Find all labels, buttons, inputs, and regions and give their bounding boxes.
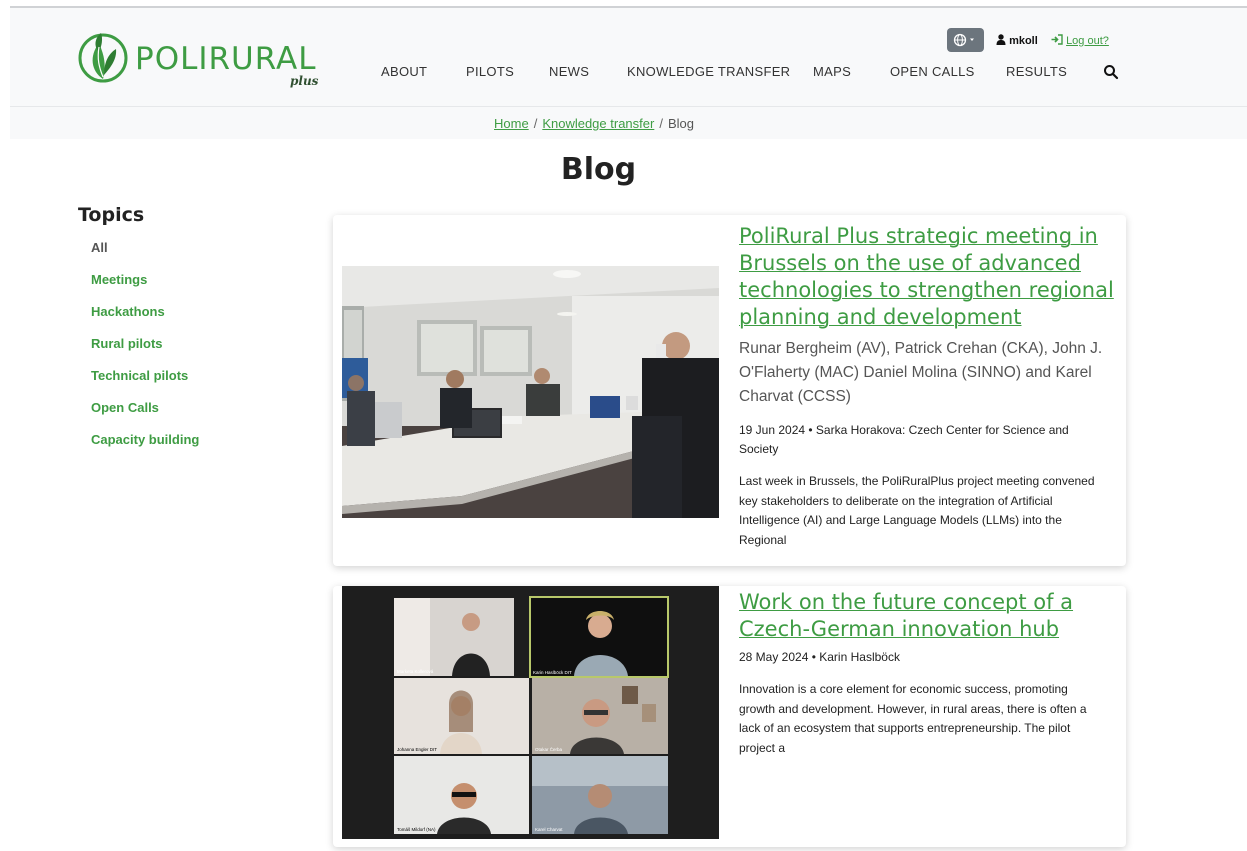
post-excerpt-line: key stakeholders to deliberate on the in… — [739, 493, 1053, 508]
post-meta-line: 19 Jun 2024 • Sarka Horakova: Czech Cent… — [739, 423, 1069, 437]
breadcrumb-bar: Home / Knowledge transfer / Blog — [10, 106, 1247, 139]
post-excerpt-line: Last week in Brussels, the PoliRuralPlus… — [739, 474, 1095, 488]
site-header: POLIRURAL plus ABOUT PILOTS NEWS KNOWLED… — [10, 8, 1247, 106]
post-excerpt: Innovation is a core element for economi… — [739, 680, 1114, 758]
video-tile: Tomáš Mildorf (NA) — [394, 756, 529, 834]
post-thumbnail[interactable] — [342, 266, 719, 518]
blog-post-card: Marketa Kollerová Karin Haslböck DIT Joh… — [333, 586, 1126, 847]
breadcrumb-current: Blog — [667, 116, 694, 131]
post-title-line: PoliRural Plus strategic meeting in — [739, 224, 1098, 248]
participant-name: Otakar Čerba — [535, 746, 563, 752]
polirural-logo[interactable]: POLIRURAL plus — [77, 29, 327, 89]
post-title-link[interactable]: PoliRural Plus strategic meeting in Brus… — [739, 223, 1114, 331]
nav-knowledge-transfer[interactable]: KNOWLEDGE TRANSFER — [627, 64, 790, 79]
post-title-line: technologies to strengthen regional — [739, 278, 1114, 302]
video-tile: Karel Charvat — [532, 756, 668, 834]
video-tile: Johanna Engler DIT — [394, 678, 529, 754]
video-tile: Otakar Čerba — [532, 678, 668, 754]
blog-post-card: PoliRural Plus strategic meeting in Brus… — [333, 215, 1126, 566]
brand-suffix: plus — [290, 74, 319, 88]
video-tile-active-speaker: Karin Haslböck DIT — [529, 596, 669, 678]
video-tile: Marketa Kollerová — [394, 598, 514, 676]
breadcrumb: Home / Knowledge transfer / Blog — [494, 116, 694, 131]
page-title: Blog — [560, 152, 637, 187]
post-meta: 19 Jun 2024 • Sarka Horakova: Czech Cent… — [739, 421, 1114, 459]
post-meta-line: Society — [739, 442, 779, 456]
participant-name: Karin Haslböck DIT — [533, 670, 572, 675]
post-excerpt-line: Intelligence (AI) and Large Language Mod… — [739, 513, 1062, 527]
post-title-line: Work on the future concept of a — [739, 590, 1074, 614]
video-call-screenshot: Marketa Kollerová Karin Haslböck DIT Joh… — [342, 586, 719, 839]
topic-hackathons[interactable]: Hackathons — [91, 304, 165, 319]
breadcrumb-separator: / — [659, 116, 663, 131]
post-authors-line: Runar Bergheim (AV), Patrick Crehan (CKA… — [739, 340, 1103, 357]
post-excerpt-line: Innovation is a core element for economi… — [739, 682, 1068, 696]
language-selector[interactable] — [947, 28, 984, 52]
nav-maps[interactable]: MAPS — [813, 64, 851, 79]
brand-name: POLIRURAL — [135, 41, 317, 77]
breadcrumb-separator: / — [533, 116, 538, 131]
post-authors-line: O'Flaherty (MAC) Daniel Molina (SINNO) a… — [739, 364, 1092, 381]
search-icon[interactable] — [1103, 64, 1119, 80]
post-title-line: Czech-German innovation hub — [739, 617, 1060, 641]
participant-name: Marketa Kollerová — [397, 669, 434, 674]
participant-name: Karel Charvat — [535, 827, 563, 832]
post-title-link[interactable]: Work on the future concept of a Czech-Ge… — [739, 589, 1114, 643]
topic-meetings[interactable]: Meetings — [91, 272, 147, 287]
post-title-line: Brussels on the use of advanced — [739, 251, 1081, 275]
nav-about[interactable]: ABOUT — [381, 64, 427, 79]
topics-heading: Topics — [78, 204, 145, 226]
nav-results[interactable]: RESULTS — [1006, 64, 1067, 79]
post-excerpt-line: lack of an ecosystem that supports entre… — [739, 721, 1071, 735]
leaf-logo-icon — [78, 33, 128, 83]
nav-pilots[interactable]: PILOTS — [466, 64, 514, 79]
username: mkoll — [1009, 35, 1038, 47]
topic-technical-pilots[interactable]: Technical pilots — [91, 368, 188, 383]
logout-link[interactable]: Log out? — [1051, 34, 1109, 47]
topic-rural-pilots[interactable]: Rural pilots — [91, 336, 163, 351]
post-excerpt-line: project a — [739, 740, 786, 755]
nav-open-calls[interactable]: OPEN CALLS — [890, 64, 975, 79]
post-meta: 28 May 2024 • Karin Haslböck — [739, 650, 900, 664]
post-authors-line: Charvat (CCSS) — [739, 388, 851, 405]
breadcrumb-home[interactable]: Home — [494, 116, 529, 131]
post-title-line: planning and development — [739, 305, 1022, 329]
user-icon — [996, 34, 1006, 45]
post-excerpt-line: growth and development. However, in rura… — [739, 701, 1087, 716]
nav-news[interactable]: NEWS — [549, 64, 589, 79]
participant-name: Johanna Engler DIT — [397, 747, 437, 752]
post-excerpt-line: Regional — [739, 532, 787, 547]
breadcrumb-knowledge-transfer[interactable]: Knowledge transfer — [542, 116, 654, 131]
topic-all[interactable]: All — [91, 240, 108, 255]
topic-open-calls[interactable]: Open Calls — [91, 400, 159, 415]
participant-name: Tomáš Mildorf (NA) — [397, 827, 436, 832]
post-thumbnail[interactable]: Marketa Kollerová Karin Haslböck DIT Joh… — [342, 586, 719, 839]
topic-capacity-building[interactable]: Capacity building — [91, 432, 199, 447]
meeting-photo — [342, 266, 719, 518]
user-menu[interactable]: mkoll — [996, 34, 1038, 47]
post-authors: Runar Bergheim (AV), Patrick Crehan (CKA… — [739, 337, 1109, 409]
globe-icon — [953, 33, 974, 47]
post-excerpt: Last week in Brussels, the PoliRuralPlus… — [739, 472, 1114, 550]
logout-label: Log out? — [1066, 35, 1109, 47]
sign-out-icon — [1051, 34, 1063, 45]
